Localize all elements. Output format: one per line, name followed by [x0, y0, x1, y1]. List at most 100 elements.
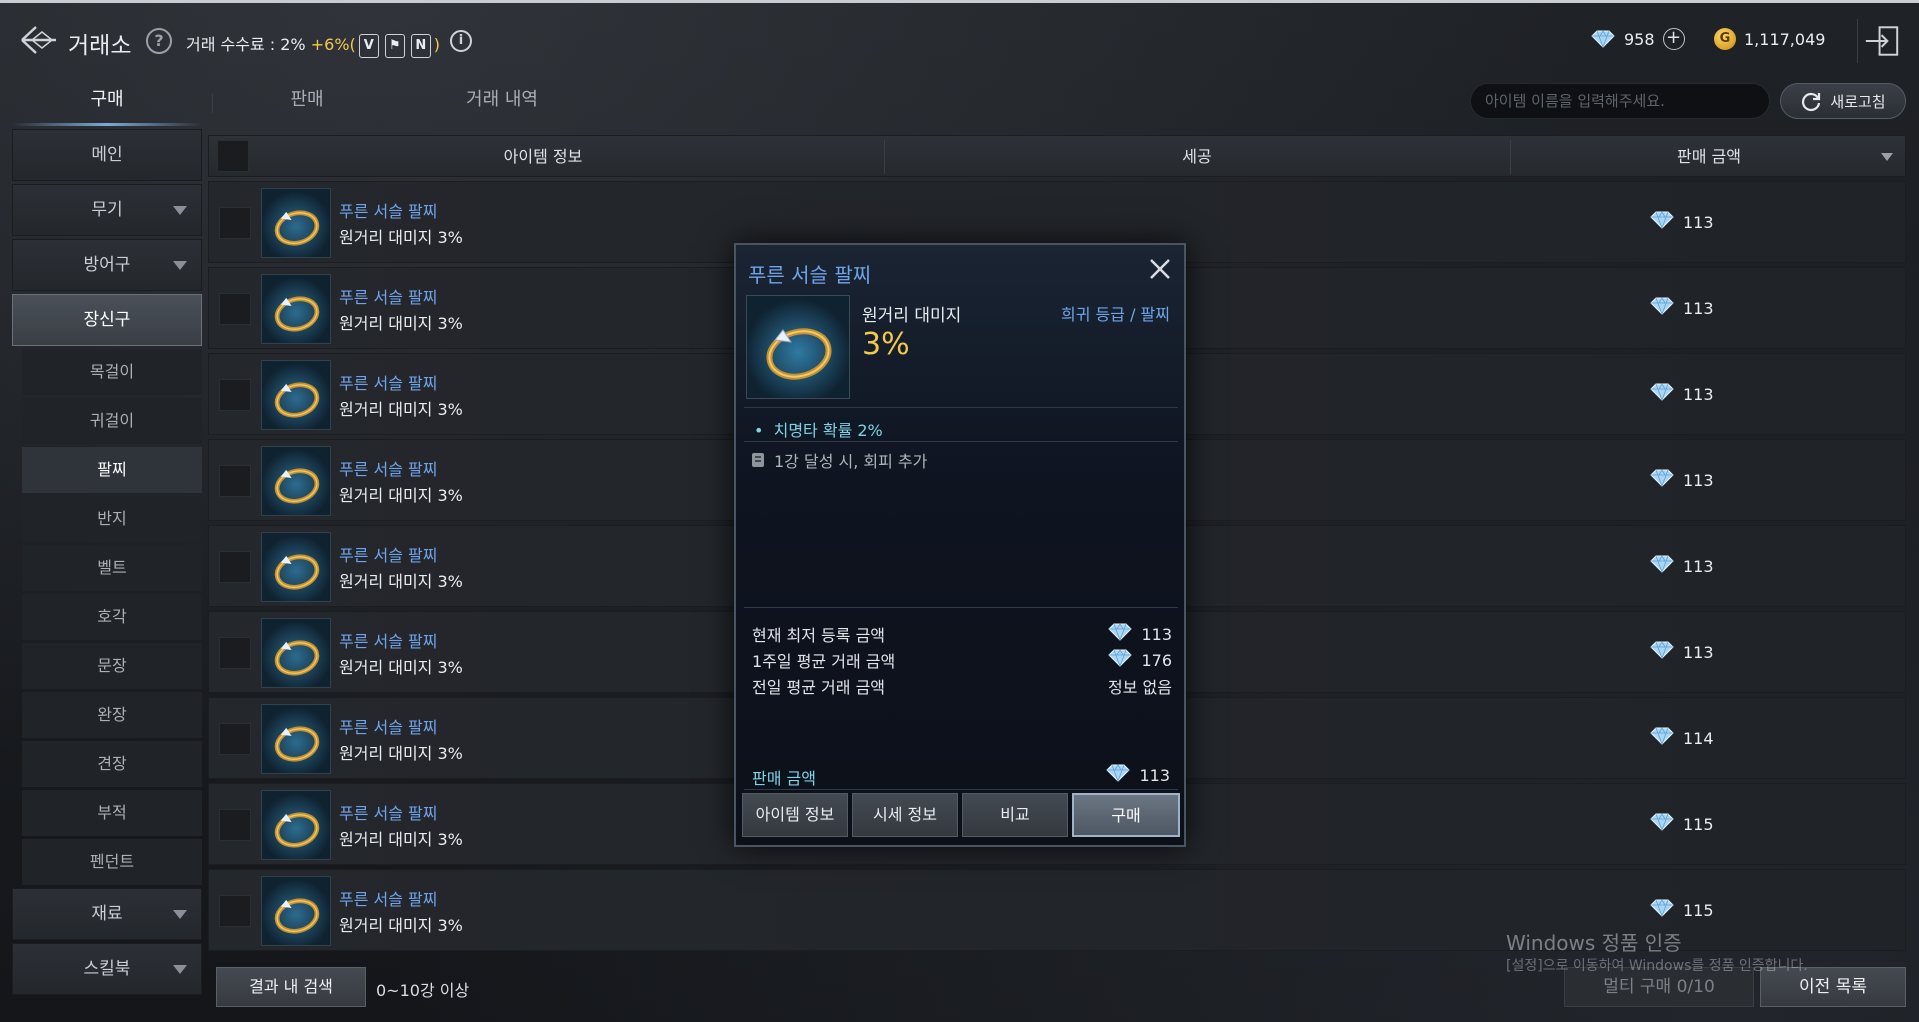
bracelet-icon: [261, 446, 331, 516]
popup-actions: 아이템 정보 시세 정보 비교 구매: [742, 793, 1180, 837]
back-arrow-icon[interactable]: [18, 22, 60, 58]
popup-stat-name: 원거리 대미지: [862, 306, 962, 326]
sidebar-subitem-necklace[interactable]: 목걸이: [22, 349, 202, 395]
select-all-checkbox[interactable]: [217, 140, 249, 172]
header-price[interactable]: 판매 금액: [1511, 136, 1907, 178]
price-value: 113: [1683, 298, 1714, 318]
crystal-icon: [1649, 382, 1675, 406]
item-stat: 원거리 대미지 3%: [339, 314, 463, 333]
tab-buy[interactable]: 구매: [12, 81, 202, 127]
price-value: 113: [1683, 470, 1714, 490]
item-name[interactable]: 푸른 서슬 팔찌: [339, 370, 438, 394]
help-icon[interactable]: ?: [146, 28, 172, 54]
item-price: 113: [1649, 468, 1714, 492]
row-checkbox[interactable]: [219, 637, 251, 669]
refresh-button[interactable]: 새로고침: [1780, 83, 1906, 119]
fee-label: 거래 수수료 : 2%: [186, 35, 306, 54]
row-checkbox[interactable]: [219, 809, 251, 841]
fee-extra: +6%(: [310, 35, 356, 54]
vip-badge-icon: V: [358, 33, 379, 58]
price-row-week-avg: 1주일 평균 거래 금액 176: [752, 647, 1172, 673]
price-value: 정보 없음: [1108, 678, 1172, 697]
row-checkbox[interactable]: [219, 551, 251, 583]
windows-watermark-title: Windows 정품 인증: [1506, 931, 1682, 955]
sidebar-subitem-earring[interactable]: 귀걸이: [22, 398, 202, 444]
sidebar-subitem-ring[interactable]: 반지: [22, 496, 202, 542]
sidebar-item-accessory[interactable]: 장신구: [12, 294, 202, 346]
price-row-lowest: 현재 최저 등록 금액 113: [752, 621, 1172, 647]
market-info-button[interactable]: 시세 정보: [852, 793, 958, 837]
item-name[interactable]: 푸른 서슬 팔찌: [339, 714, 438, 738]
chevron-down-icon: [173, 206, 187, 215]
row-checkbox[interactable]: [219, 465, 251, 497]
sidebar-item-weapon[interactable]: 무기: [12, 184, 202, 236]
sidebar-item-materials[interactable]: 재료: [12, 888, 202, 940]
row-checkbox[interactable]: [219, 895, 251, 927]
item-price: 113: [1649, 382, 1714, 406]
price-label: 1주일 평균 거래 금액: [752, 652, 896, 671]
item-name[interactable]: 푸른 서슬 팔찌: [339, 284, 438, 308]
row-checkbox[interactable]: [219, 723, 251, 755]
sidebar-subitem-emblem[interactable]: 문장: [22, 643, 202, 689]
sidebar-subitem-epaulet[interactable]: 견장: [22, 741, 202, 787]
buy-button[interactable]: 구매: [1072, 793, 1180, 837]
item-name[interactable]: 푸른 서슬 팔찌: [339, 456, 438, 480]
crystal-icon: [1105, 763, 1131, 787]
tab-divider: [212, 93, 213, 113]
sidebar-subitem-belt[interactable]: 벨트: [22, 545, 202, 591]
bracelet-icon: [746, 295, 850, 399]
sidebar-subitem-pendant[interactable]: 펜던트: [22, 839, 202, 885]
bracelet-icon: [261, 274, 331, 344]
tab-sell[interactable]: 판매: [222, 81, 392, 127]
item-price: 113: [1649, 296, 1714, 320]
popup-title: 푸른 서슬 팔찌: [748, 263, 872, 287]
sidebar-item-label: 스킬북: [83, 959, 131, 979]
search-input[interactable]: [1470, 83, 1770, 119]
sidebar-item-armor[interactable]: 방어구: [12, 239, 202, 291]
sidebar-item-skillbook[interactable]: 스킬북: [12, 943, 202, 995]
add-crystal-button[interactable]: +: [1662, 28, 1685, 50]
exit-icon[interactable]: [1857, 19, 1907, 63]
sidebar-subitem-talisman[interactable]: 부적: [22, 790, 202, 836]
divider: [744, 789, 1178, 790]
popup-bonus: • 치명타 확률 2%: [754, 417, 883, 441]
search-in-results-button[interactable]: 결과 내 검색: [216, 967, 366, 1007]
crystal-icon: [1649, 898, 1675, 922]
bullet: •: [754, 421, 764, 440]
price-row-yesterday-avg: 전일 평균 거래 금액 정보 없음: [752, 673, 1172, 699]
item-name[interactable]: 푸른 서슬 팔찌: [339, 198, 438, 222]
row-checkbox[interactable]: [219, 293, 251, 325]
gold-amount: 1,117,049: [1744, 29, 1826, 49]
close-icon[interactable]: [1146, 255, 1174, 283]
tab-history[interactable]: 거래 내역: [412, 81, 592, 127]
row-checkbox[interactable]: [219, 207, 251, 239]
item-info-button[interactable]: 아이템 정보: [742, 793, 848, 837]
info-icon[interactable]: i: [450, 30, 472, 52]
item-name[interactable]: 푸른 서슬 팔찌: [339, 628, 438, 652]
item-name[interactable]: 푸른 서슬 팔찌: [339, 542, 438, 566]
item-name[interactable]: 푸른 서슬 팔찌: [339, 886, 438, 910]
item-price: 115: [1649, 898, 1714, 922]
price-value-wrap: 113: [1107, 622, 1172, 646]
item-stat: 원거리 대미지 3%: [339, 916, 463, 935]
sidebar-subitem-bracelet[interactable]: 팔찌: [22, 447, 202, 493]
sidebar-subitem-armband[interactable]: 완장: [22, 692, 202, 738]
header-item-info: 아이템 정보: [503, 147, 583, 166]
item-name[interactable]: 푸른 서슬 팔찌: [339, 800, 438, 824]
item-stat: 원거리 대미지 3%: [339, 400, 463, 419]
price-value: 113: [1683, 642, 1714, 662]
bracelet-icon: [261, 188, 331, 258]
sidebar-item-main[interactable]: 메인: [12, 129, 202, 181]
crystal-icon: [1107, 622, 1133, 646]
page-title: 거래소: [68, 33, 132, 59]
item-stat: 원거리 대미지 3%: [339, 830, 463, 849]
sidebar-subitem-horn[interactable]: 호각: [22, 594, 202, 640]
bracelet-icon: [261, 790, 331, 860]
compare-button[interactable]: 비교: [962, 793, 1068, 837]
crystal-icon: [1649, 210, 1675, 234]
item-price: 113: [1649, 640, 1714, 664]
price-value-wrap: 정보 없음: [1108, 674, 1172, 698]
row-checkbox[interactable]: [219, 379, 251, 411]
chevron-down-icon: [173, 910, 187, 919]
crystal-icon: [1649, 468, 1675, 492]
